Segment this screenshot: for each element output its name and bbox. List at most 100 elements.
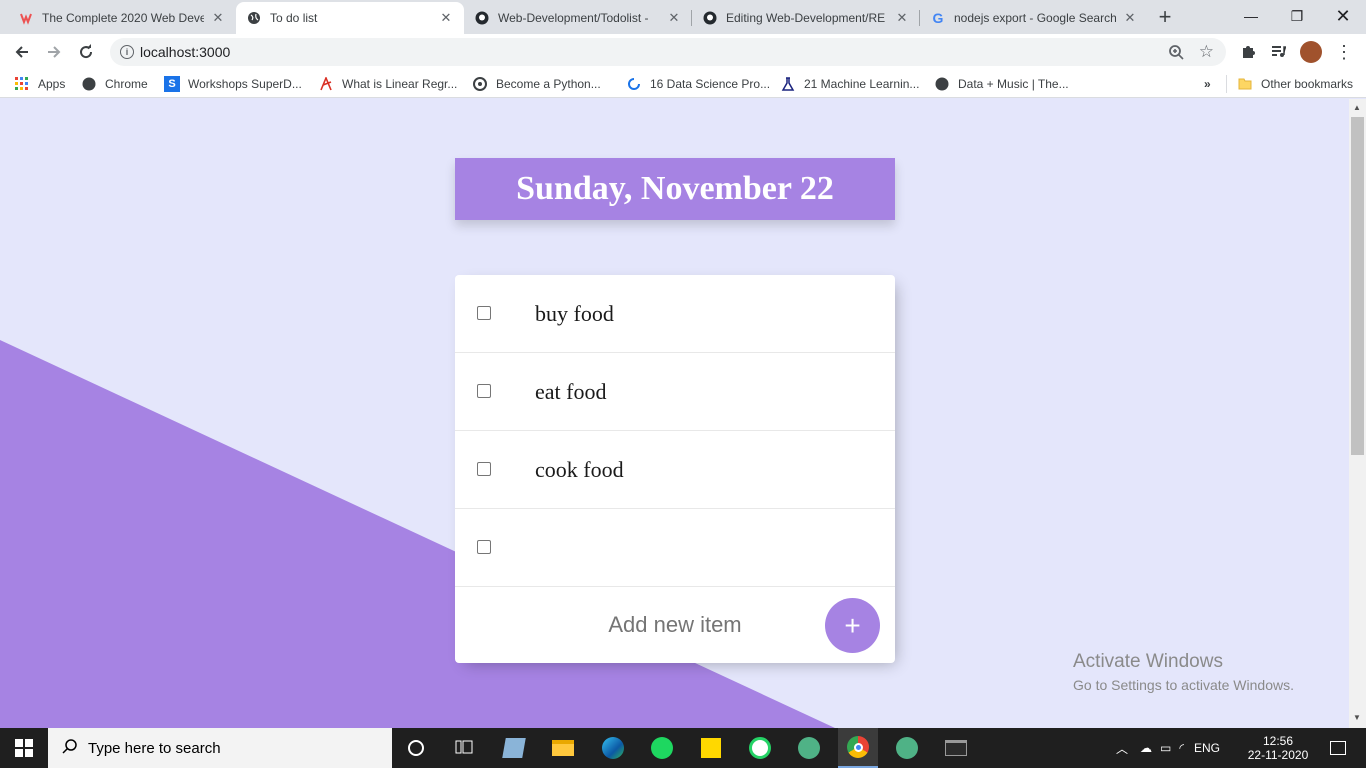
language-indicator[interactable]: ENG [1194, 741, 1220, 755]
item-checkbox[interactable] [477, 540, 491, 554]
tab-strip: The Complete 2020 Web Deve ✕ To do list … [0, 0, 1366, 34]
menu-button[interactable]: ⋮ [1330, 38, 1358, 66]
terminal-icon [945, 740, 967, 756]
address-bar[interactable]: i localhost:3000 ☆ [110, 38, 1226, 66]
bookmark-machine-learning[interactable]: 21 Machine Learnin... [780, 75, 919, 93]
battery-icon[interactable]: ▭ [1160, 741, 1171, 755]
close-icon[interactable]: ✕ [210, 10, 226, 26]
task-view-icon [455, 739, 473, 758]
scroll-up-arrow-icon[interactable]: ▲ [1353, 103, 1361, 112]
item-text: eat food [535, 378, 607, 404]
close-icon[interactable]: ✕ [438, 10, 454, 26]
new-item-input[interactable] [565, 611, 785, 639]
star-icon[interactable]: ☆ [1199, 42, 1214, 62]
taskbar-app-chrome[interactable] [838, 728, 878, 768]
bookmark-label: Chrome [105, 77, 148, 91]
task-view-button[interactable] [444, 728, 484, 768]
folder-icon [552, 740, 574, 756]
google-icon: G [932, 10, 944, 26]
bookmarks-overflow-button[interactable]: » [1204, 75, 1211, 93]
github-icon [474, 10, 490, 26]
flask-icon [780, 76, 796, 92]
wifi-icon[interactable]: ◜ [1179, 741, 1184, 755]
clock[interactable]: 12:56 22-11-2020 [1246, 728, 1310, 768]
bookmark-data-science[interactable]: 16 Data Science Pro... [626, 75, 770, 93]
globe-icon [934, 76, 950, 92]
github-icon [702, 10, 718, 26]
scrollbar-thumb[interactable] [1351, 117, 1364, 455]
arrow-right-icon [48, 46, 61, 58]
bookmark-workshops[interactable]: S Workshops SuperD... [164, 75, 302, 93]
restore-button[interactable]: ❐ [1274, 0, 1320, 32]
bookmark-label: Workshops SuperD... [188, 77, 302, 91]
taskbar-app-atom-1[interactable] [789, 728, 829, 768]
profile-avatar[interactable] [1297, 38, 1325, 66]
watermark-subtitle: Go to Settings to activate Windows. [1073, 677, 1294, 693]
bookmark-linear-regression[interactable]: What is Linear Regr... [318, 75, 457, 93]
scroll-down-arrow-icon[interactable]: ▼ [1353, 713, 1361, 722]
search-icon [62, 738, 78, 758]
media-button[interactable] [1264, 38, 1292, 66]
cortana-button[interactable] [396, 728, 436, 768]
taskbar-app-notepad[interactable] [494, 728, 534, 768]
tab-todo[interactable]: To do list ✕ [236, 2, 464, 34]
close-icon[interactable]: ✕ [1122, 10, 1138, 26]
item-checkbox[interactable] [477, 384, 491, 398]
taskbar-app-sticky-notes[interactable] [691, 728, 731, 768]
start-button[interactable] [0, 728, 48, 768]
info-icon[interactable]: i [120, 45, 134, 59]
tab-udemy[interactable]: The Complete 2020 Web Deve ✕ [8, 2, 236, 34]
page-scrollbar[interactable]: ▲ ▼ [1349, 99, 1366, 728]
list-item: cook food [455, 431, 895, 509]
taskbar-app-atom-2[interactable] [887, 728, 927, 768]
apps-grid-icon [14, 76, 30, 92]
bookmark-other[interactable]: Other bookmarks [1226, 75, 1353, 93]
folder-icon [1237, 76, 1253, 92]
taskbar-app-spotify[interactable] [642, 728, 682, 768]
bookmark-data-music[interactable]: Data + Music | The... [934, 75, 1069, 93]
zoom-icon[interactable] [1168, 44, 1184, 63]
taskbar-app-whatsapp[interactable] [740, 728, 780, 768]
taskbar-app-terminal[interactable] [936, 728, 976, 768]
tab-github-editing[interactable]: Editing Web-Development/RE ✕ [692, 2, 920, 34]
bookmark-apps[interactable]: Apps [14, 75, 65, 93]
taskbar-app-explorer[interactable] [543, 728, 583, 768]
edge-icon [602, 737, 624, 759]
windows-taskbar: Type here to search ︿ ☁ ▭ ◜ ENG 12:56 22… [0, 728, 1366, 768]
bookmark-label: Become a Python... [496, 77, 601, 91]
chevron-up-icon[interactable]: ︿ [1114, 740, 1130, 757]
taskbar-app-edge[interactable] [593, 728, 633, 768]
minimize-button[interactable]: — [1228, 0, 1274, 32]
tab-title: Web-Development/Todolist - [498, 11, 649, 25]
page-viewport: Sunday, November 22 buy food eat food co… [0, 99, 1349, 728]
back-button[interactable] [8, 38, 36, 66]
item-checkbox[interactable] [477, 462, 491, 476]
close-icon[interactable]: ✕ [894, 10, 910, 26]
tab-github-todolist[interactable]: Web-Development/Todolist - ✕ [464, 2, 692, 34]
notification-center-button[interactable] [1318, 728, 1358, 768]
add-item-button[interactable]: + [825, 598, 880, 653]
cortana-circle-icon [408, 740, 424, 756]
close-window-button[interactable]: ✕ [1320, 0, 1366, 32]
search-placeholder: Type here to search [88, 739, 221, 757]
forward-button[interactable] [40, 38, 68, 66]
extensions-button[interactable] [1234, 38, 1262, 66]
whatsapp-icon [749, 737, 771, 759]
page-title: Sunday, November 22 [516, 170, 834, 207]
tab-google-search[interactable]: G nodejs export - Google Search ✕ [920, 2, 1148, 34]
bookmark-python[interactable]: Become a Python... [472, 75, 601, 93]
globe-icon [81, 76, 97, 92]
url-text: localhost:3000 [140, 44, 231, 60]
reload-button[interactable] [72, 38, 100, 66]
clock-date: 22-11-2020 [1247, 748, 1309, 762]
bookmark-label: Apps [38, 77, 66, 91]
new-tab-button[interactable]: + [1152, 4, 1178, 30]
close-icon[interactable]: ✕ [666, 10, 682, 26]
arrow-left-icon [15, 46, 28, 58]
taskbar-search[interactable]: Type here to search [48, 728, 392, 768]
tab-title: nodejs export - Google Search [954, 11, 1116, 25]
bookmark-chrome[interactable]: Chrome [81, 75, 148, 93]
chrome-icon [847, 736, 869, 758]
item-checkbox[interactable] [477, 306, 491, 320]
onedrive-cloud-icon[interactable]: ☁ [1140, 741, 1152, 755]
